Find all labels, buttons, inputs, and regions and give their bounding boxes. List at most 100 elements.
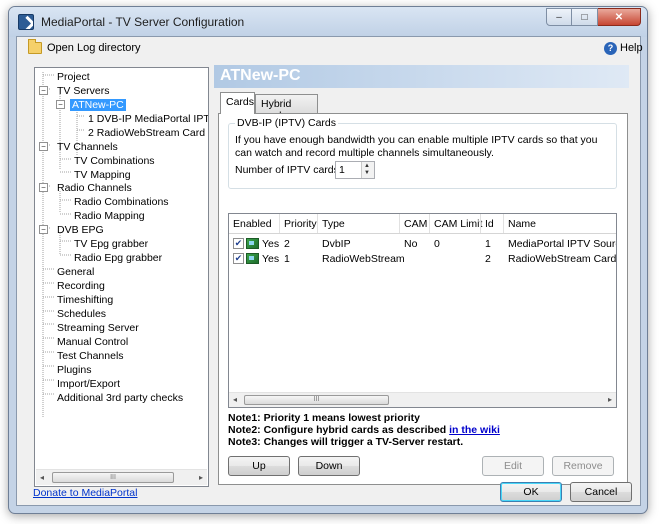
enabled-checkbox[interactable]: ✔ <box>233 253 244 264</box>
maximize-button[interactable]: □ <box>572 8 598 26</box>
grid-horizontal-scrollbar[interactable]: ◂ III ▸ <box>229 392 616 407</box>
note-2: Note2: Configure hybrid cards as describ… <box>228 424 500 436</box>
tree-item-plugins[interactable]: Plugins <box>57 363 91 377</box>
wiki-link[interactable]: in the wiki <box>449 424 500 436</box>
column-header-enabled[interactable]: Enabled <box>233 218 272 230</box>
cards-tab-panel: DVB-IP (IPTV) Cards If you have enough b… <box>218 113 628 485</box>
tree-item-tv-channels[interactable]: TV Channels <box>57 140 118 154</box>
tree-item-radiowebstream-card[interactable]: 2 RadioWebStream Card <box>88 126 205 140</box>
notes-block: Note1: Priority 1 means lowest priority … <box>228 412 500 448</box>
column-header-id[interactable]: Id <box>485 218 494 230</box>
tree-item-tv-mapping[interactable]: TV Mapping <box>74 168 131 182</box>
toolbar: Open Log directory ? Help <box>17 37 643 61</box>
folder-icon[interactable] <box>28 39 42 54</box>
note-1: Note1: Priority 1 means lowest priority <box>228 412 420 424</box>
close-button[interactable]: ✕ <box>598 8 641 26</box>
tree-item-radio-mapping[interactable]: Radio Mapping <box>74 209 145 223</box>
cards-grid[interactable]: Enabled Priority Type CAM CAM Limit Id N… <box>228 213 617 408</box>
column-header-cam[interactable]: CAM <box>404 218 427 230</box>
cancel-button[interactable]: Cancel <box>570 482 632 502</box>
iptv-count-stepper[interactable]: 1 ▲ ▼ <box>335 161 375 179</box>
stepper-down-icon[interactable]: ▼ <box>364 170 370 177</box>
tree-item-radio-channels[interactable]: Radio Channels <box>57 181 132 195</box>
title-bar[interactable]: MediaPortal - TV Server Configuration – … <box>9 7 647 37</box>
tree-item-recording[interactable]: Recording <box>57 279 105 293</box>
column-separator[interactable] <box>317 214 318 233</box>
column-separator[interactable] <box>279 214 280 233</box>
tab-hybrid-cards[interactable]: Hybrid cards <box>255 94 318 122</box>
cell-enabled: Yes <box>262 253 280 265</box>
column-header-cam-limit[interactable]: CAM Limit <box>434 218 482 230</box>
enabled-checkbox[interactable]: ✔ <box>233 238 244 249</box>
ok-button[interactable]: OK <box>500 482 562 502</box>
tree-item-manual-control[interactable]: Manual Control <box>57 335 128 349</box>
cell-type: DvbIP <box>322 238 351 250</box>
donate-link[interactable]: Donate to MediaPortal <box>33 487 137 499</box>
tree-expander-radio-channels[interactable]: − <box>39 183 48 192</box>
cell-cam: No <box>404 238 418 250</box>
tree-expander-atnew-pc[interactable]: − <box>56 100 65 109</box>
tree-item-atnew-pc[interactable]: ATNew-PC <box>70 98 126 112</box>
scroll-left-arrow-icon[interactable]: ◂ <box>233 395 237 404</box>
tree-item-radio-combinations[interactable]: Radio Combinations <box>74 195 169 209</box>
client-area: Open Log directory ? Help Project − TV S… <box>16 36 643 506</box>
tree-expander-tv-channels[interactable]: − <box>39 142 48 151</box>
iptv-cards-group: DVB-IP (IPTV) Cards If you have enough b… <box>228 117 617 189</box>
column-header-priority[interactable]: Priority <box>284 218 317 230</box>
note-2-text: Note2: Configure hybrid cards as describ… <box>228 424 450 436</box>
column-separator[interactable] <box>503 214 504 233</box>
column-header-type[interactable]: Type <box>322 218 345 230</box>
tree-item-additional-checks[interactable]: Additional 3rd party checks <box>57 391 183 405</box>
tree-item-radio-epg-grabber[interactable]: Radio Epg grabber <box>74 251 162 265</box>
stepper-up-icon[interactable]: ▲ <box>364 163 370 170</box>
tree-item-schedules[interactable]: Schedules <box>57 307 106 321</box>
main-window: MediaPortal - TV Server Configuration – … <box>8 6 648 514</box>
tree-horizontal-scrollbar[interactable]: ◂ III ▸ <box>36 469 207 485</box>
tree-item-general[interactable]: General <box>57 265 94 279</box>
tree-item-timeshifting[interactable]: Timeshifting <box>57 293 113 307</box>
tree-item-project[interactable]: Project <box>57 70 90 84</box>
table-row[interactable]: ✔ Yes 1 RadioWebStream 2 RadioWebStream … <box>229 252 616 267</box>
tree-item-test-channels[interactable]: Test Channels <box>57 349 124 363</box>
tab-cards[interactable]: Cards <box>220 92 255 114</box>
help-button[interactable]: Help <box>620 42 643 54</box>
tree-scroll-thumb[interactable]: III <box>52 472 174 483</box>
tree-item-dvb-ip-card[interactable]: 1 DVB-IP MediaPortal IPTV <box>88 112 208 126</box>
grid-header: Enabled Priority Type CAM CAM Limit Id N… <box>229 214 616 234</box>
tree-item-tv-servers[interactable]: TV Servers <box>57 84 110 98</box>
scroll-left-arrow-icon[interactable]: ◂ <box>40 473 44 482</box>
note-3: Note3: Changes will trigger a TV-Server … <box>228 436 464 448</box>
tree-item-tv-combinations[interactable]: TV Combinations <box>74 154 155 168</box>
iptv-count-value[interactable]: 1 <box>339 164 345 176</box>
tuner-card-icon <box>246 253 259 264</box>
tree-item-dvb-epg[interactable]: DVB EPG <box>57 223 104 237</box>
cell-id: 1 <box>485 238 491 250</box>
column-separator[interactable] <box>480 214 481 233</box>
section-header: ATNew-PC <box>214 65 629 88</box>
help-icon[interactable]: ? <box>604 42 617 55</box>
iptv-group-title: DVB-IP (IPTV) Cards <box>235 117 338 129</box>
window-title: MediaPortal - TV Server Configuration <box>41 15 245 29</box>
tree-item-import-export[interactable]: Import/Export <box>57 377 120 391</box>
grid-scroll-thumb[interactable]: III <box>244 395 389 405</box>
open-log-directory-button[interactable]: Open Log directory <box>47 42 141 54</box>
cell-name: RadioWebStream Card (bu <box>508 253 617 265</box>
scroll-right-arrow-icon[interactable]: ▸ <box>199 473 203 482</box>
tree-item-tv-epg-grabber[interactable]: TV Epg grabber <box>74 237 148 251</box>
down-button[interactable]: Down <box>298 456 360 476</box>
remove-button[interactable]: Remove <box>552 456 614 476</box>
table-row[interactable]: ✔ Yes 2 DvbIP No 0 1 MediaPortal IPTV So… <box>229 237 616 252</box>
navigation-tree[interactable]: Project − TV Servers − ATNew-PC 1 DVB-IP… <box>34 67 209 487</box>
scroll-right-arrow-icon[interactable]: ▸ <box>608 395 612 404</box>
app-icon <box>18 14 34 30</box>
caption-buttons: – □ ✕ <box>546 8 641 26</box>
tree-expander-tv-servers[interactable]: − <box>39 86 48 95</box>
column-header-name[interactable]: Name <box>508 218 536 230</box>
tree-expander-dvb-epg[interactable]: − <box>39 225 48 234</box>
column-separator[interactable] <box>429 214 430 233</box>
column-separator[interactable] <box>399 214 400 233</box>
up-button[interactable]: Up <box>228 456 290 476</box>
edit-button[interactable]: Edit <box>482 456 544 476</box>
tree-item-streaming-server[interactable]: Streaming Server <box>57 321 139 335</box>
minimize-button[interactable]: – <box>546 8 572 26</box>
